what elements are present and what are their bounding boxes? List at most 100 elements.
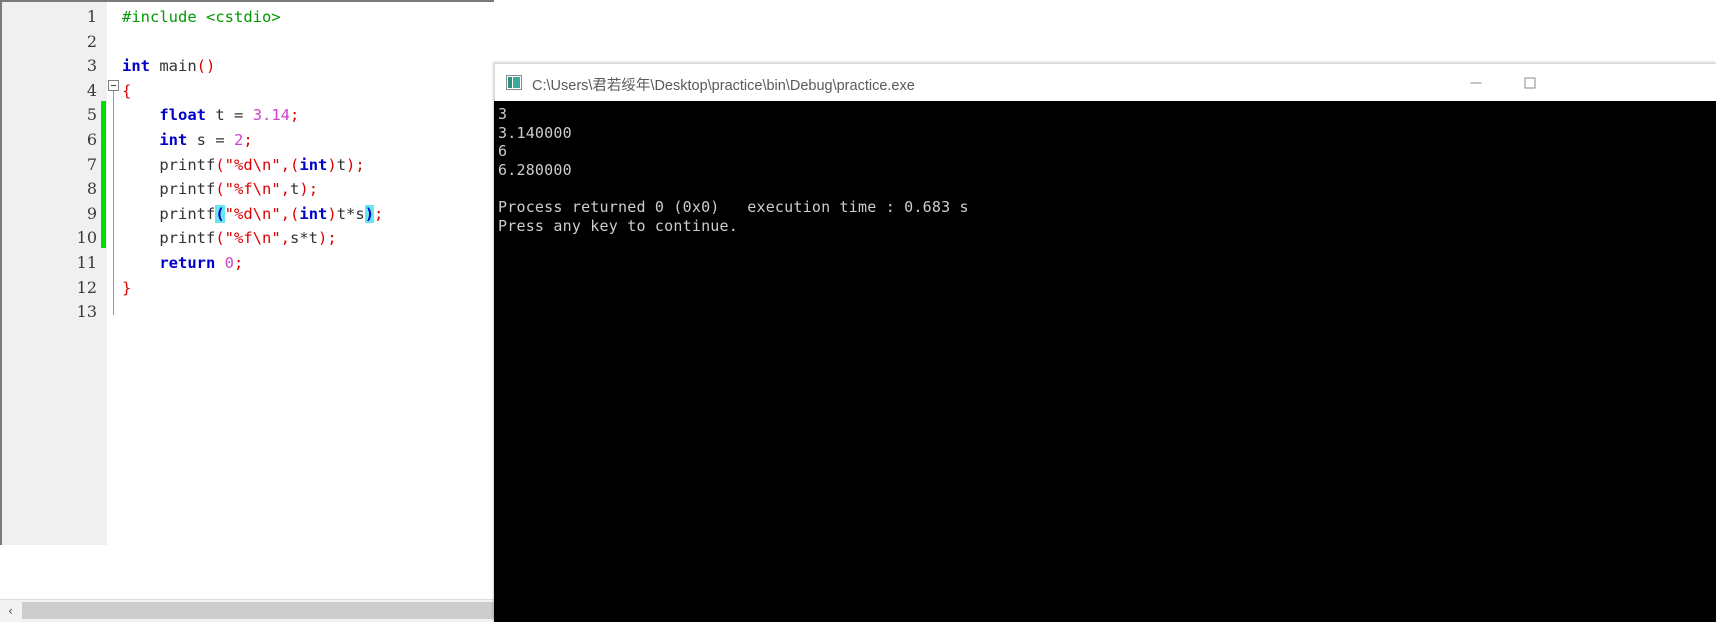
code-token: printf bbox=[122, 155, 216, 174]
code-token: int bbox=[299, 155, 328, 174]
code-token: s bbox=[187, 130, 216, 149]
code-token: float bbox=[159, 106, 206, 125]
code-token: "%f\n" bbox=[224, 229, 281, 248]
console-titlebar[interactable]: C:\Users\君若绥年\Desktop\practice\bin\Debug… bbox=[494, 63, 1716, 101]
console-output-line: 6.280000 bbox=[498, 160, 572, 179]
code-token: 0 bbox=[224, 253, 235, 272]
code-token: "%d\n" bbox=[224, 155, 281, 174]
line-number: 10 bbox=[76, 228, 97, 248]
code-token: printf bbox=[122, 229, 216, 248]
console-icon-left-block bbox=[508, 77, 512, 88]
code-line: float t = 3.14; bbox=[122, 103, 494, 128]
console-output-line: 3.140000 bbox=[498, 123, 572, 142]
code-token: , bbox=[280, 155, 291, 174]
code-token: = bbox=[234, 106, 244, 125]
line-number: 12 bbox=[76, 277, 97, 297]
code-token: s*t bbox=[290, 229, 319, 248]
code-token: , bbox=[280, 229, 291, 248]
code-token: "%d\n" bbox=[224, 204, 281, 223]
code-token: 3.14 bbox=[252, 106, 291, 125]
line-number: 1 bbox=[86, 7, 97, 26]
code-token: } bbox=[122, 278, 132, 297]
screen: 1 2 3 4 5 6 7 8 9 10 11 12 13 #include <cstdio> int … bbox=[0, 0, 1716, 622]
code-token: int bbox=[159, 130, 188, 149]
code-line: printf("%f\n",t); bbox=[122, 177, 494, 202]
console-output-line: Process returned 0 (0x0) execution time … bbox=[498, 197, 969, 216]
code-token: printf bbox=[122, 204, 216, 223]
scroll-left-arrow-icon[interactable]: ‹ bbox=[0, 600, 21, 622]
scrollbar-thumb[interactable] bbox=[22, 602, 494, 619]
code-token: ) bbox=[327, 155, 337, 174]
code-token: 2 bbox=[234, 130, 244, 149]
console-output-line: 6 bbox=[498, 142, 508, 161]
fold-guide-line bbox=[113, 91, 114, 315]
maximize-icon bbox=[1524, 77, 1536, 88]
line-number: 2 bbox=[86, 31, 97, 51]
code-token: , bbox=[280, 204, 291, 223]
code-token: ( bbox=[290, 155, 300, 174]
code-token: main bbox=[150, 57, 197, 76]
code-line: printf("%f\n",s*t); bbox=[122, 226, 494, 251]
code-line: printf("%d\n",(int)t); bbox=[122, 153, 494, 178]
code-line: } bbox=[122, 276, 494, 301]
code-token: ) bbox=[346, 155, 356, 174]
code-token: ; bbox=[290, 106, 300, 125]
maximize-button[interactable] bbox=[1507, 64, 1553, 101]
code-token: "%f\n" bbox=[224, 180, 281, 199]
code-token: return bbox=[159, 253, 216, 272]
code-token: ( bbox=[290, 204, 300, 223]
code-line: int s = 2; bbox=[122, 128, 494, 153]
code-token: t*s bbox=[336, 204, 365, 223]
code-token: ; bbox=[355, 155, 365, 174]
fold-collapse-icon[interactable] bbox=[108, 80, 119, 91]
code-token: int bbox=[122, 57, 150, 76]
code-token: t bbox=[336, 155, 347, 174]
code-token: () bbox=[196, 57, 216, 76]
line-number: 5 bbox=[86, 105, 97, 125]
code-token: int bbox=[299, 204, 328, 223]
console-output-line: Press any key to continue. bbox=[498, 216, 738, 235]
code-token: ; bbox=[327, 229, 337, 248]
code-text-area[interactable]: #include <cstdio> int main(){ float t = … bbox=[122, 2, 494, 548]
code-token: ( bbox=[215, 204, 225, 223]
code-token: { bbox=[122, 81, 132, 100]
code-token: ( bbox=[215, 229, 225, 248]
minimize-button[interactable] bbox=[1453, 64, 1499, 101]
code-token: = bbox=[215, 130, 225, 149]
code-token: printf bbox=[122, 180, 216, 199]
code-line: { bbox=[122, 79, 494, 104]
code-token: , bbox=[280, 180, 291, 199]
line-number: 13 bbox=[76, 302, 97, 322]
line-number-column: 1 2 3 4 5 6 7 8 9 10 11 12 13 bbox=[2, 2, 97, 325]
line-number: 11 bbox=[76, 252, 97, 272]
console-output-area[interactable]: 3 3.140000 6 6.280000 Process returned 0 (0… bbox=[494, 101, 1716, 622]
code-token: ( bbox=[215, 180, 225, 199]
code-token: ; bbox=[243, 130, 253, 149]
line-number: 8 bbox=[86, 179, 97, 199]
code-token: ) bbox=[318, 229, 328, 248]
line-number: 6 bbox=[86, 129, 97, 149]
code-token: #include <cstdio> bbox=[122, 8, 281, 26]
minimize-icon bbox=[1470, 82, 1482, 83]
line-number: 9 bbox=[86, 203, 97, 223]
console-window-icon bbox=[506, 75, 522, 90]
line-number: 3 bbox=[86, 56, 97, 76]
code-token: ; bbox=[234, 253, 244, 272]
console-window-title: C:\Users\君若绥年\Desktop\practice\bin\Debug… bbox=[532, 78, 915, 94]
console-window[interactable]: C:\Users\君若绥年\Desktop\practice\bin\Debug… bbox=[494, 63, 1716, 622]
editor-horizontal-scrollbar[interactable]: ‹ bbox=[0, 599, 494, 622]
code-token: t bbox=[290, 180, 300, 199]
console-icon-right-block bbox=[513, 77, 520, 88]
code-editor-pane[interactable]: 1 2 3 4 5 6 7 8 9 10 11 12 13 #include <cstdio> int … bbox=[0, 0, 494, 622]
code-token: ) bbox=[327, 204, 337, 223]
change-indicator-bar bbox=[101, 101, 106, 248]
code-token: ) bbox=[364, 204, 375, 223]
console-output-line: 3 bbox=[498, 105, 508, 123]
